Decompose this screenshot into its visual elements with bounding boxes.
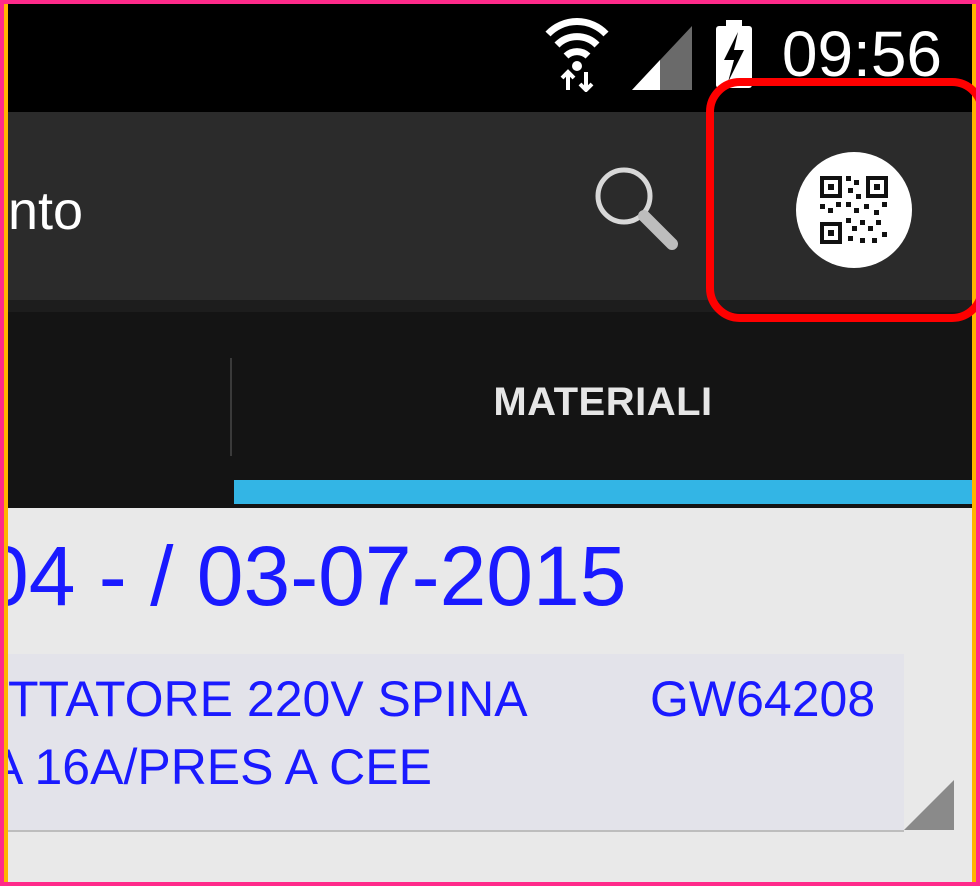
tab-divider: [230, 358, 232, 456]
highlight-annotation: [706, 78, 980, 322]
app-title: nto: [8, 181, 84, 241]
item-description-line2: A 16A/PRES A CEE: [8, 739, 432, 795]
tab-materiali[interactable]: MATERIALI: [234, 380, 972, 425]
item-code: GW64208: [650, 671, 876, 727]
search-icon: [586, 167, 686, 264]
status-time: 09:56: [781, 18, 942, 90]
wifi-icon: [544, 12, 610, 97]
corner-indicator-icon: [904, 780, 954, 830]
tab-active-indicator: [234, 480, 972, 504]
signal-icon: [630, 12, 694, 97]
search-button[interactable]: [586, 160, 686, 260]
content-title: 04 - / 03-07-2015: [8, 529, 627, 623]
item-description-line1: TTATORE 220V SPINA: [8, 671, 528, 727]
